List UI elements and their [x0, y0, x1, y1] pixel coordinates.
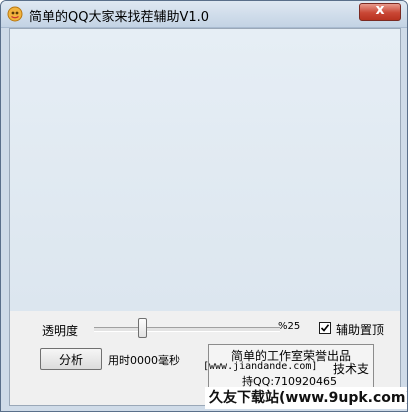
- analyze-button[interactable]: 分析: [40, 348, 102, 370]
- qq-app-icon: [7, 6, 23, 22]
- checkmark-icon: [320, 324, 330, 332]
- image-preview-area[interactable]: [10, 29, 400, 311]
- slider-thumb[interactable]: [138, 318, 147, 338]
- opacity-percent: %25: [278, 321, 301, 332]
- watermark: 久友下载站(www.9upk.com): [205, 387, 407, 409]
- assist-topmost-label: 辅助置顶: [336, 323, 385, 337]
- credits-support: 技术支: [333, 362, 370, 376]
- credits-url: [www.jiandande.com]: [203, 361, 318, 372]
- slider-track: [94, 327, 280, 332]
- assist-topmost-checkbox[interactable]: [319, 322, 331, 334]
- credits-box: 简单的工作室荣誉出品 [www.jiandande.com] 技术支 持QQ:7…: [203, 344, 374, 390]
- close-icon: x: [375, 2, 385, 18]
- opacity-slider[interactable]: [94, 317, 284, 339]
- elapsed-time: 用时0000毫秒: [108, 354, 180, 367]
- app-window: 简单的QQ大家来找茬辅助V1.0 x 透明度 %25 辅助置顶 分析 用时000…: [0, 0, 408, 412]
- client-area: 透明度 %25 辅助置顶 分析 用时0000毫秒 简单的工作室荣誉出品 [www…: [9, 28, 401, 406]
- close-button[interactable]: x: [359, 2, 401, 21]
- opacity-label: 透明度: [42, 324, 79, 338]
- title-bar[interactable]: 简单的QQ大家来找茬辅助V1.0 x: [1, 1, 407, 28]
- window-title: 简单的QQ大家来找茬辅助V1.0: [29, 10, 210, 25]
